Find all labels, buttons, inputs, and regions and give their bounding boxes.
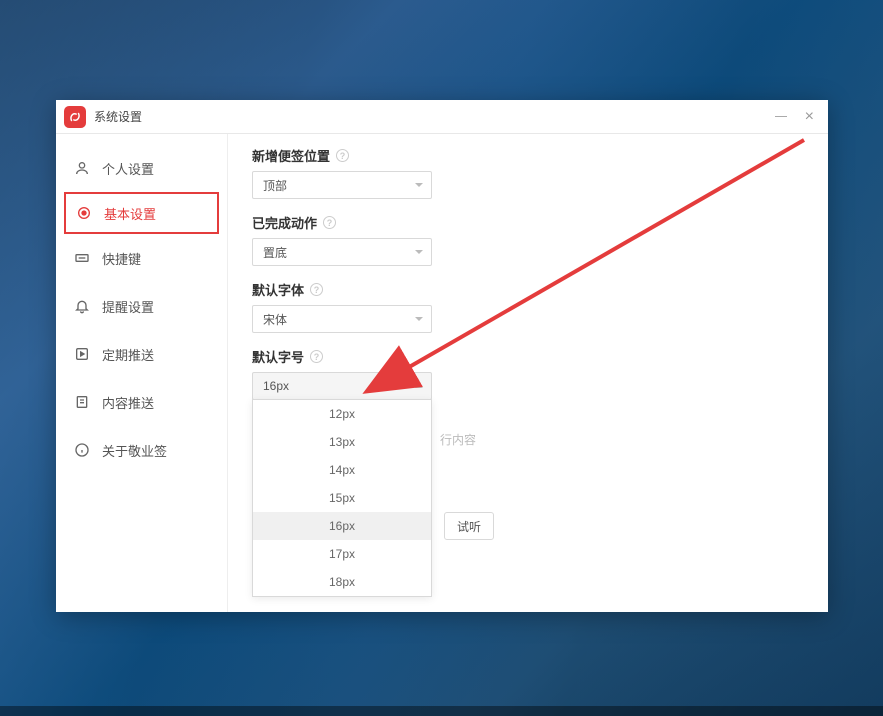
settings-window: 系统设置 × 个人设置 基本设置 快捷 <box>56 100 828 612</box>
sidebar: 个人设置 基本设置 快捷键 提醒设置 <box>56 134 228 612</box>
hint-text: 行内容 <box>440 431 476 448</box>
select-value: 16px <box>263 379 289 393</box>
target-icon <box>76 205 92 221</box>
dropdown-option-selected[interactable]: 16px <box>253 512 431 540</box>
scrollbar[interactable] <box>826 138 828 608</box>
help-icon[interactable]: ? <box>310 350 323 363</box>
field-label-completed-action: 已完成动作 ? <box>252 213 804 232</box>
content-area: 新增便签位置 ? 顶部 已完成动作 ? 置底 <box>228 134 828 612</box>
caret-down-icon <box>415 317 423 321</box>
dropdown-option[interactable]: 18px <box>253 568 431 596</box>
bell-icon <box>74 298 90 314</box>
sidebar-label: 关于敬业签 <box>102 441 167 460</box>
help-icon[interactable]: ? <box>323 216 336 229</box>
caret-down-icon <box>415 250 423 254</box>
dropdown-option[interactable]: 13px <box>253 428 431 456</box>
dropdown-option[interactable]: 12px <box>253 400 431 428</box>
sidebar-label: 快捷键 <box>102 249 141 268</box>
info-icon <box>74 442 90 458</box>
person-icon <box>74 160 90 176</box>
completed-action-select[interactable]: 置底 <box>252 238 432 266</box>
default-font-select[interactable]: 宋体 <box>252 305 432 333</box>
dropdown-option[interactable]: 17px <box>253 540 431 568</box>
field-label-default-font: 默认字体 ? <box>252 280 804 299</box>
font-size-dropdown: 12px 13px 14px 15px 16px 17px 18px <box>252 399 432 597</box>
select-value: 置底 <box>263 244 287 261</box>
play-icon <box>74 346 90 362</box>
sidebar-item-reminder[interactable]: 提醒设置 <box>56 282 227 330</box>
sidebar-label: 提醒设置 <box>102 297 154 316</box>
app-icon <box>64 106 86 128</box>
keyboard-icon <box>74 250 90 266</box>
help-icon[interactable]: ? <box>336 149 349 162</box>
sidebar-label: 个人设置 <box>102 159 154 178</box>
dropdown-option[interactable]: 15px <box>253 484 431 512</box>
listen-button[interactable]: 试听 <box>444 512 494 540</box>
sidebar-label: 内容推送 <box>102 393 154 412</box>
close-button[interactable]: × <box>805 108 814 126</box>
help-icon[interactable]: ? <box>310 283 323 296</box>
sidebar-label: 基本设置 <box>104 204 156 223</box>
minimize-button[interactable] <box>775 116 787 117</box>
sidebar-item-personal[interactable]: 个人设置 <box>56 144 227 192</box>
field-label-default-font-size: 默认字号 ? <box>252 347 804 366</box>
titlebar: 系统设置 × <box>56 100 828 134</box>
select-value: 宋体 <box>263 311 287 328</box>
window-title: 系统设置 <box>94 108 775 125</box>
caret-down-icon <box>415 183 423 187</box>
sidebar-label: 定期推送 <box>102 345 154 364</box>
dropdown-option[interactable]: 14px <box>253 456 431 484</box>
sidebar-item-scheduled[interactable]: 定期推送 <box>56 330 227 378</box>
taskbar <box>0 706 883 716</box>
sidebar-item-contentpush[interactable]: 内容推送 <box>56 378 227 426</box>
new-note-position-select[interactable]: 顶部 <box>252 171 432 199</box>
sidebar-item-about[interactable]: 关于敬业签 <box>56 426 227 474</box>
sidebar-item-shortcuts[interactable]: 快捷键 <box>56 234 227 282</box>
sidebar-item-basic[interactable]: 基本设置 <box>64 192 219 234</box>
select-value: 顶部 <box>263 177 287 194</box>
default-font-size-select[interactable]: 16px <box>252 372 432 400</box>
file-icon <box>74 394 90 410</box>
caret-up-icon <box>415 384 423 388</box>
field-label-new-note-position: 新增便签位置 ? <box>252 146 804 165</box>
